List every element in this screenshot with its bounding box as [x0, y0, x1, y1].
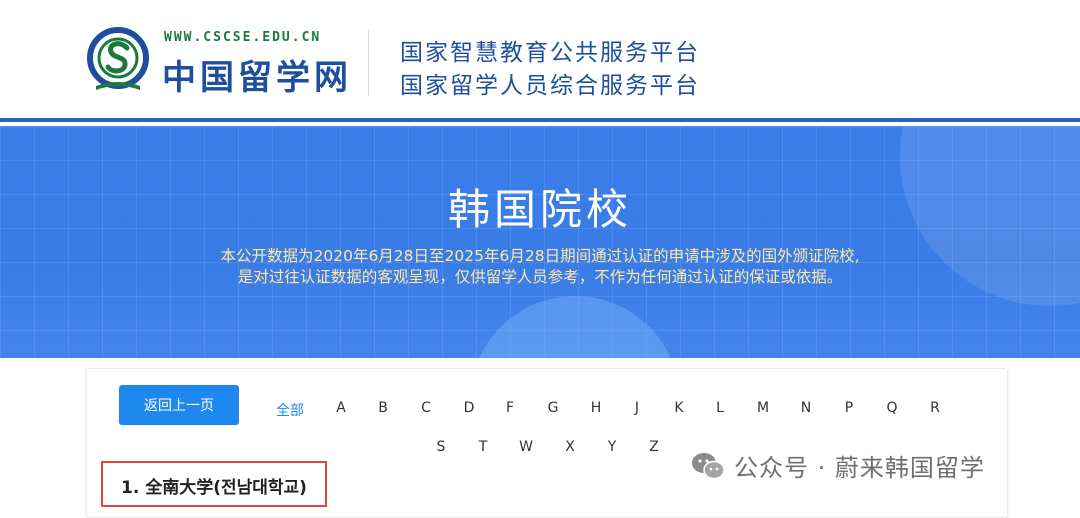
- filter-letter-j[interactable]: J: [635, 400, 639, 416]
- school-list-card: 返回上一页 全部 A B C D F G H J K L M N P Q R S…: [86, 368, 1008, 518]
- filter-letter-z[interactable]: Z: [649, 439, 659, 455]
- filter-letter-x[interactable]: X: [565, 439, 575, 455]
- filter-letter-f[interactable]: F: [506, 400, 514, 416]
- filter-letter-k[interactable]: K: [674, 400, 683, 416]
- site-name[interactable]: 中国留学网: [162, 50, 352, 99]
- filter-letter-w[interactable]: W: [519, 439, 533, 455]
- back-button[interactable]: 返回上一页: [119, 385, 239, 425]
- filter-letter-h[interactable]: H: [591, 400, 602, 416]
- wechat-icon: [692, 452, 725, 479]
- filter-letter-y[interactable]: Y: [608, 439, 617, 455]
- filter-letter-n[interactable]: N: [801, 400, 811, 416]
- cscse-logo-icon[interactable]: [84, 26, 152, 96]
- filter-all[interactable]: 全部: [276, 400, 304, 420]
- filter-letter-d[interactable]: D: [464, 400, 475, 416]
- site-url: WWW.CSCSE.EDU.CN: [164, 30, 322, 45]
- filter-letter-a[interactable]: A: [336, 400, 346, 416]
- site-header: WWW.CSCSE.EDU.CN 中国留学网 国家智慧教育公共服务平台 国家留学…: [0, 0, 1080, 122]
- watermark: 公众号 · 蔚来韩国留学: [690, 448, 985, 483]
- disclaimer-line-2: 是对过往认证数据的客观呈现，仅供留学人员参考，不作为任何通过认证的保证或依据。: [237, 268, 843, 286]
- filter-letter-p[interactable]: P: [845, 400, 853, 416]
- school-list-item[interactable]: 1. 全南大学(전남대학교): [121, 473, 307, 498]
- page-title: 韩国院校: [447, 185, 632, 234]
- watermark-text: 公众号 · 蔚来韩国留学: [734, 454, 985, 482]
- filter-letter-c[interactable]: C: [421, 400, 431, 416]
- filter-letter-m[interactable]: M: [757, 400, 769, 416]
- highlight-box: 1. 全南大学(전남대학교): [101, 461, 327, 507]
- filter-letter-l[interactable]: L: [716, 400, 724, 416]
- platform-title-1: 国家智慧教育公共服务平台: [400, 40, 700, 66]
- filter-letter-q[interactable]: Q: [886, 400, 897, 416]
- hero-banner: 韩国院校 本公开数据为2020年6月28日至2025年6月28日期间通过认证的申…: [0, 126, 1080, 358]
- header-divider: [368, 30, 369, 96]
- platform-title-2: 国家留学人员综合服务平台: [400, 73, 700, 99]
- filter-letter-g[interactable]: G: [548, 400, 559, 416]
- disclaimer-line-1: 本公开数据为2020年6月28日至2025年6月28日期间通过认证的申请中涉及的…: [220, 247, 860, 265]
- filter-letter-t[interactable]: T: [479, 439, 488, 455]
- filter-letter-b[interactable]: B: [378, 400, 388, 416]
- filter-letter-r[interactable]: R: [930, 400, 940, 416]
- filter-letter-s[interactable]: S: [437, 439, 446, 455]
